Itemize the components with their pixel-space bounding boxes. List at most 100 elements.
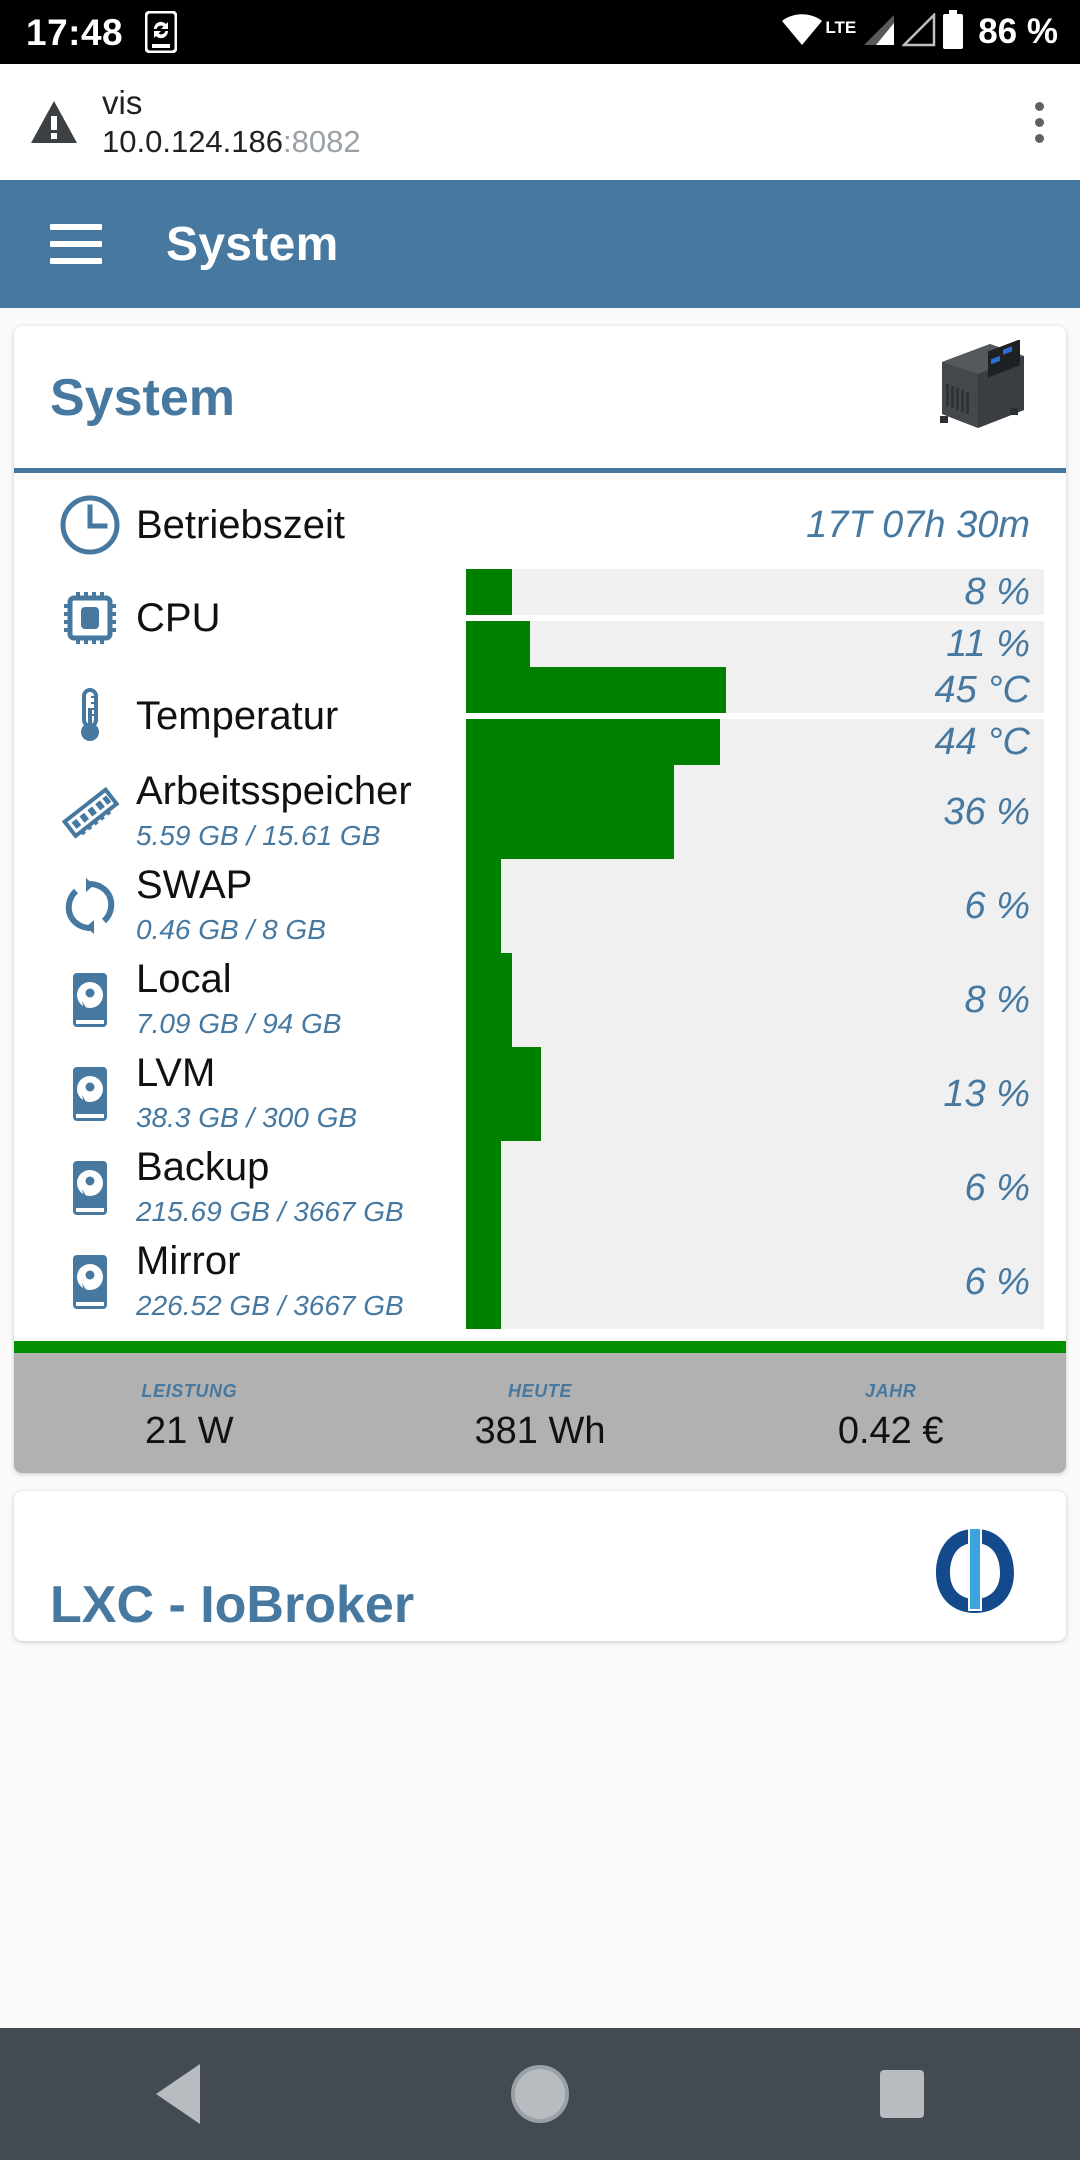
swap-refresh-icon (44, 874, 136, 938)
hard-disk-icon (44, 1250, 136, 1314)
status-right-group: LTE 86 % (781, 9, 1058, 55)
stat-heute: Heute 381 Wh (365, 1353, 716, 1473)
progress-bar: 8 % (466, 953, 1044, 1047)
metric-value: 6 % (964, 1167, 1030, 1209)
battery-percent-label: 86 % (978, 12, 1058, 51)
hard-disk-icon (44, 1062, 136, 1126)
progress-fill (466, 953, 513, 1047)
metric-value: 45 °C (934, 669, 1030, 711)
progress-fill (466, 1235, 501, 1329)
metric-subtext: 5.59 GB / 15.61 GB (136, 820, 381, 851)
battery-icon (942, 9, 964, 55)
thermometer-icon (44, 684, 136, 748)
progress-fill (466, 667, 727, 713)
wifi-icon (781, 13, 823, 52)
screen: 17:48 LTE 86 % vis 10.0.124.186:8082 Sys… (0, 0, 1080, 2160)
progress-bar: 8 % (466, 569, 1044, 615)
metric-row-uptime[interactable]: Betriebszeit 17T 07h 30m (14, 481, 1066, 569)
metric-subtext: 226.52 GB / 3667 GB (136, 1290, 404, 1321)
system-card-header: System (14, 326, 1066, 468)
cpu-chip-icon (44, 586, 136, 650)
metric-row-swap[interactable]: SWAP 0.46 GB / 8 GB 6 % (14, 859, 1066, 953)
metric-row-temperature[interactable]: Temperatur 45 °C 44 °C (14, 667, 1066, 765)
back-triangle-icon[interactable] (155, 2064, 200, 2124)
metric-values: 45 °C 44 °C (466, 667, 1044, 765)
metric-values: 8 % (466, 953, 1044, 1047)
metric-value: 8 % (964, 979, 1030, 1021)
metric-labels: LVM 38.3 GB / 300 GB (136, 1051, 466, 1137)
signal-bars-icon (862, 13, 896, 52)
metric-values: 6 % (466, 859, 1044, 953)
hard-disk-icon (44, 1156, 136, 1220)
metric-row-mirror[interactable]: Mirror 226.52 GB / 3667 GB 6 % (14, 1235, 1066, 1329)
metric-name: Temperatur (136, 693, 339, 738)
progress-bar: 13 % (466, 1047, 1044, 1141)
metric-values: 8 % 11 % (466, 569, 1044, 667)
progress-fill (466, 765, 675, 859)
progress-fill (466, 621, 530, 667)
url-text-group[interactable]: vis 10.0.124.186:8082 (102, 82, 361, 162)
progress-fill (466, 1047, 542, 1141)
hamburger-menu-icon[interactable] (50, 224, 102, 264)
power-stats-bar: Leistung 21 W Heute 381 Wh Jahr 0.42 € (14, 1353, 1066, 1473)
metric-name: CPU (136, 595, 221, 640)
metric-value: 17T 07h 30m (806, 503, 1030, 546)
metric-name: Mirror (136, 1239, 241, 1284)
progress-bar: 44 °C (466, 719, 1044, 765)
metric-value: 36 % (943, 791, 1030, 833)
metric-values: 6 % (466, 1141, 1044, 1235)
stat-jahr: Jahr 0.42 € (715, 1353, 1066, 1473)
phone-sync-icon (145, 11, 178, 53)
metric-labels: Temperatur (136, 694, 466, 739)
metric-values: 17T 07h 30m (466, 504, 1044, 547)
metric-values: 13 % (466, 1047, 1044, 1141)
page-title: vis (102, 84, 143, 121)
footer-divider (14, 1341, 1066, 1353)
metric-values: 36 % (466, 765, 1044, 859)
metric-subtext: 38.3 GB / 300 GB (136, 1102, 358, 1133)
metric-value: 44 °C (934, 721, 1030, 763)
progress-fill (466, 719, 721, 765)
hard-disk-icon (44, 968, 136, 1032)
progress-bar: 6 % (466, 1235, 1044, 1329)
iobroker-logo (930, 1523, 1020, 1624)
progress-fill (466, 859, 501, 953)
metric-row-backup[interactable]: Backup 215.69 GB / 3667 GB 6 % (14, 1141, 1066, 1235)
progress-bar: 6 % (466, 859, 1044, 953)
metric-name: SWAP (136, 863, 253, 908)
recents-square-icon[interactable] (880, 2070, 925, 2118)
content-scroll-area[interactable]: System Betriebszeit 17T 07h 30m CPU 8 % … (0, 308, 1080, 2160)
progress-bar: 11 % (466, 621, 1044, 667)
overflow-menu-icon[interactable] (1035, 101, 1044, 143)
metric-value: 13 % (943, 1073, 1030, 1115)
metric-name: Betriebszeit (136, 502, 345, 547)
progress-bar: 36 % (466, 765, 1044, 859)
warning-triangle-icon[interactable] (28, 99, 80, 145)
progress-bar: 45 °C (466, 667, 1044, 713)
app-bar: System (0, 180, 1080, 308)
metric-value: 8 % (964, 571, 1030, 613)
metric-labels: Mirror 226.52 GB / 3667 GB (136, 1239, 466, 1325)
iobroker-card: LXC - IoBroker (14, 1491, 1066, 1641)
metric-row-lvm[interactable]: LVM 38.3 GB / 300 GB 13 % (14, 1047, 1066, 1141)
home-circle-icon[interactable] (510, 2065, 569, 2123)
metric-row-memory[interactable]: Arbeitsspeicher 5.59 GB / 15.61 GB 36 % (14, 765, 1066, 859)
url-port-part: :8082 (283, 124, 361, 160)
metric-row-local[interactable]: Local 7.09 GB / 94 GB 8 % (14, 953, 1066, 1047)
mini-pc-image (932, 339, 1028, 437)
system-card: System Betriebszeit 17T 07h 30m CPU 8 % … (14, 326, 1066, 1473)
iobroker-card-title: LXC - IoBroker (50, 1576, 415, 1634)
network-type-label: LTE (825, 17, 857, 37)
progress-fill (466, 1141, 501, 1235)
metric-row-cpu[interactable]: CPU 8 % 11 % (14, 569, 1066, 667)
metric-labels: Betriebszeit (136, 503, 466, 548)
signal-bars-empty-icon (901, 11, 936, 52)
browser-url-bar[interactable]: vis 10.0.124.186:8082 (0, 64, 1080, 180)
metric-name: Local (136, 957, 232, 1002)
metric-values: 6 % (466, 1235, 1044, 1329)
metric-labels: Arbeitsspeicher 5.59 GB / 15.61 GB (136, 769, 466, 855)
metric-name: Arbeitsspeicher (136, 769, 412, 814)
metric-name: Backup (136, 1145, 270, 1190)
stat-value: 381 Wh (474, 1410, 606, 1452)
metric-subtext: 215.69 GB / 3667 GB (136, 1196, 404, 1227)
